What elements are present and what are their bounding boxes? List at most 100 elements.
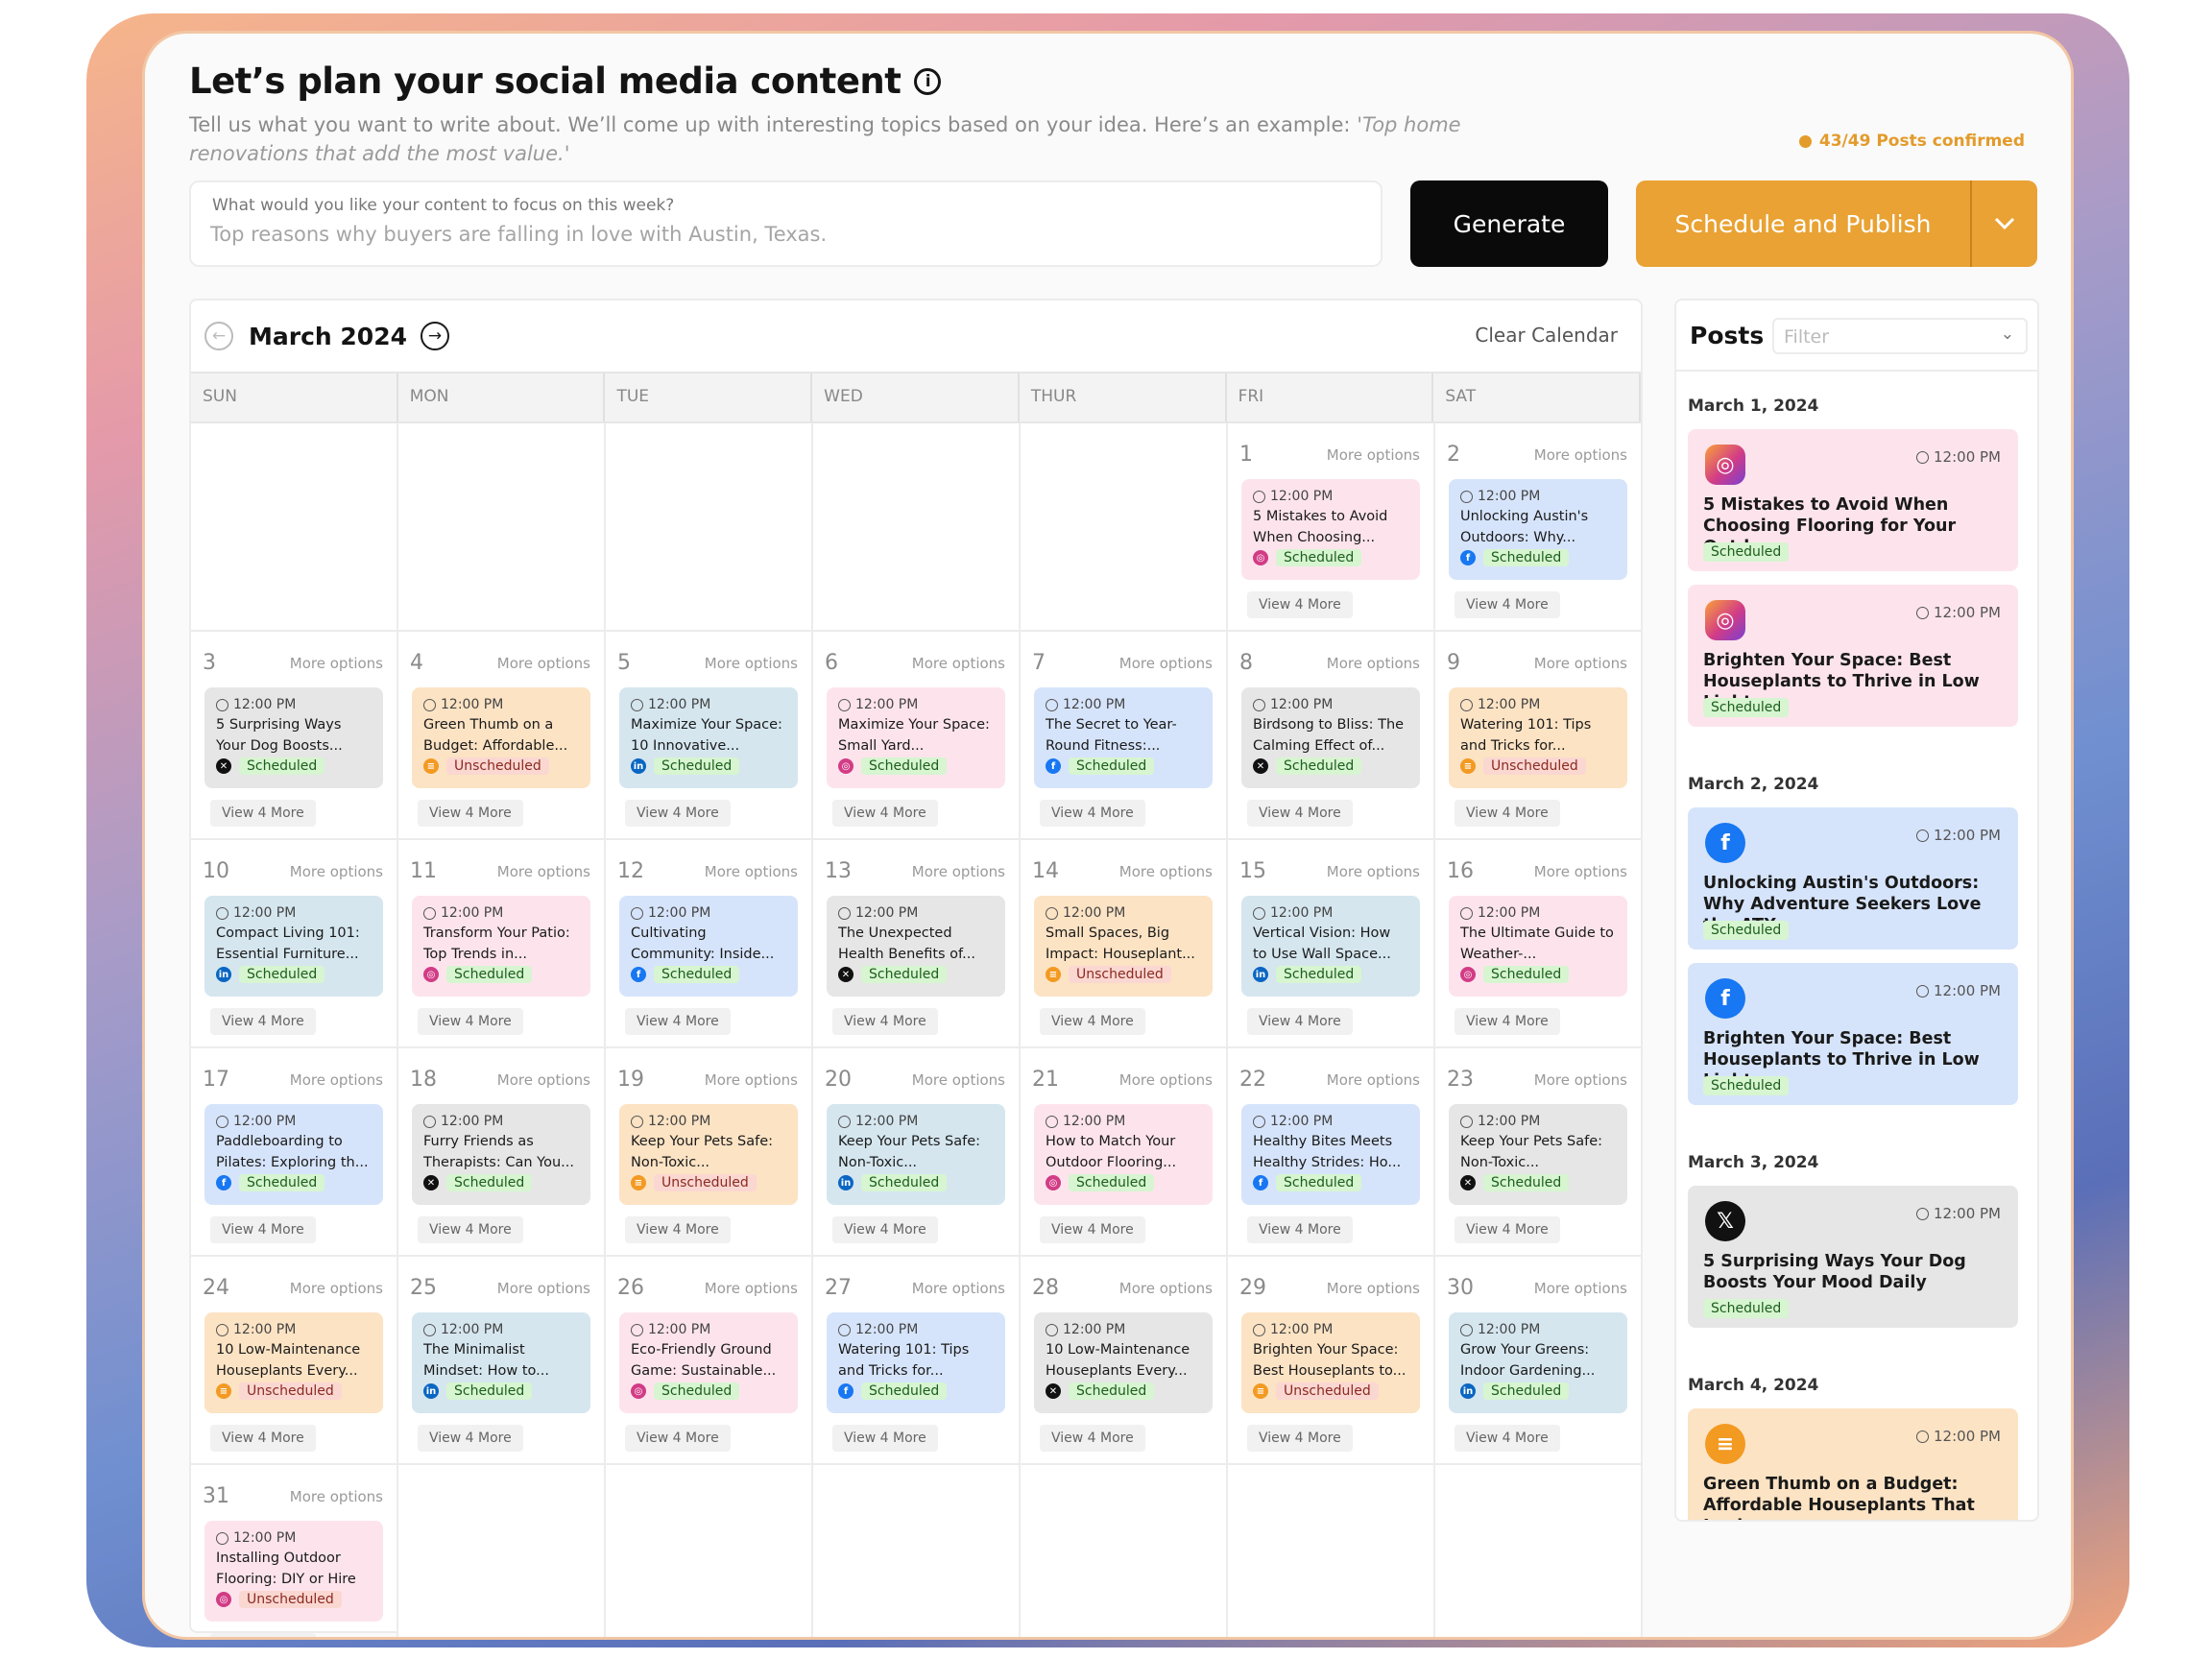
more-options-link[interactable]: More options xyxy=(497,1071,590,1089)
view-more-button[interactable]: View 4 More xyxy=(418,1008,523,1035)
more-options-link[interactable]: More options xyxy=(1119,1280,1213,1297)
post-card[interactable]: 12:00 PM How to Match Your Outdoor Floori… xyxy=(1034,1104,1213,1205)
view-more-button[interactable]: View 4 More xyxy=(1455,1425,1560,1452)
schedule-options-dropdown[interactable] xyxy=(1972,180,2037,267)
more-options-link[interactable]: More options xyxy=(1534,863,1627,880)
view-more-button[interactable]: View 4 More xyxy=(832,1425,938,1452)
view-more-button[interactable]: View 4 More xyxy=(832,800,938,827)
post-card[interactable]: 12:00 PM Compact Living 101: Essential Fu… xyxy=(204,896,383,997)
view-more-button[interactable]: View 4 More xyxy=(1247,1216,1353,1243)
view-more-button[interactable]: View 4 More xyxy=(418,1425,523,1452)
more-options-link[interactable]: More options xyxy=(497,655,590,672)
post-list-card[interactable]: 𝕏 12:00 PM 5 Surprising Ways Your Dog Boos… xyxy=(1688,1186,2018,1328)
arrow-left-icon[interactable]: ← xyxy=(204,322,233,350)
post-list-card[interactable]: ◎ 12:00 PM 5 Mistakes to Avoid When Choosi… xyxy=(1688,429,2018,571)
more-options-link[interactable]: More options xyxy=(705,1071,798,1089)
more-options-link[interactable]: More options xyxy=(1327,1071,1420,1089)
view-more-button[interactable]: View 4 More xyxy=(832,1216,938,1243)
view-more-button[interactable]: View 4 More xyxy=(418,1216,523,1243)
view-more-button[interactable]: View 4 More xyxy=(1247,800,1353,827)
more-options-link[interactable]: More options xyxy=(1534,655,1627,672)
post-card[interactable]: 12:00 PM Green Thumb on a Budget: Afforda… xyxy=(412,687,590,788)
more-options-link[interactable]: More options xyxy=(1327,863,1420,880)
more-options-link[interactable]: More options xyxy=(290,863,383,880)
post-card[interactable]: 12:00 PM 10 Low-Maintenance Houseplants E… xyxy=(1034,1312,1213,1413)
more-options-link[interactable]: More options xyxy=(705,1280,798,1297)
post-card[interactable]: 12:00 PM Watering 101: Tips and Tricks fo… xyxy=(827,1312,1005,1413)
post-card[interactable]: 12:00 PM Cultivating Community: Inside...… xyxy=(619,896,798,997)
post-card[interactable]: 12:00 PM The Secret to Year-Round Fitness… xyxy=(1034,687,1213,788)
more-options-link[interactable]: More options xyxy=(497,863,590,880)
info-icon[interactable]: i xyxy=(914,67,942,95)
more-options-link[interactable]: More options xyxy=(290,655,383,672)
post-card[interactable]: 12:00 PM Installing Outdoor Flooring: DIY… xyxy=(204,1521,383,1622)
more-options-link[interactable]: More options xyxy=(1327,1280,1420,1297)
post-card[interactable]: 12:00 PM Keep Your Pets Safe: Non-Toxic..… xyxy=(1449,1104,1627,1205)
more-options-link[interactable]: More options xyxy=(497,1280,590,1297)
more-options-link[interactable]: More options xyxy=(1534,446,1627,464)
post-card[interactable]: 12:00 PM The Minimalist Mindset: How to..… xyxy=(412,1312,590,1413)
view-more-button[interactable]: View 4 More xyxy=(1455,800,1560,827)
post-card[interactable]: 12:00 PM Grow Your Greens: Indoor Gardeni… xyxy=(1449,1312,1627,1413)
more-options-link[interactable]: More options xyxy=(1534,1071,1627,1089)
more-options-link[interactable]: More options xyxy=(1119,1071,1213,1089)
view-more-button[interactable]: View 4 More xyxy=(625,1008,731,1035)
view-more-button[interactable]: View 4 More xyxy=(210,1633,316,1637)
view-more-button[interactable]: View 4 More xyxy=(418,800,523,827)
more-options-link[interactable]: More options xyxy=(912,1280,1005,1297)
view-more-button[interactable]: View 4 More xyxy=(1247,591,1353,618)
arrow-right-icon[interactable]: → xyxy=(420,322,449,350)
post-card[interactable]: 12:00 PM Small Spaces, Big Impact: Housep… xyxy=(1034,896,1213,997)
post-card[interactable]: 12:00 PM The Ultimate Guide to Weather-..… xyxy=(1449,896,1627,997)
post-card[interactable]: 12:00 PM Maximize Your Space: Small Yard.… xyxy=(827,687,1005,788)
post-card[interactable]: 12:00 PM Watering 101: Tips and Tricks fo… xyxy=(1449,687,1627,788)
post-card[interactable]: 12:00 PM Unlocking Austin's Outdoors: Why… xyxy=(1449,479,1627,580)
view-more-button[interactable]: View 4 More xyxy=(625,1425,731,1452)
more-options-link[interactable]: More options xyxy=(1327,446,1420,464)
post-card[interactable]: 12:00 PM Transform Your Patio: Top Trends… xyxy=(412,896,590,997)
view-more-button[interactable]: View 4 More xyxy=(1247,1425,1353,1452)
more-options-link[interactable]: More options xyxy=(705,655,798,672)
view-more-button[interactable]: View 4 More xyxy=(210,800,316,827)
view-more-button[interactable]: View 4 More xyxy=(832,1008,938,1035)
clear-calendar-button[interactable]: Clear Calendar xyxy=(1475,324,1618,347)
post-card[interactable]: 12:00 PM 5 Mistakes to Avoid When Choosin… xyxy=(1241,479,1420,580)
generate-button[interactable]: Generate xyxy=(1410,180,1608,267)
view-more-button[interactable]: View 4 More xyxy=(625,800,731,827)
more-options-link[interactable]: More options xyxy=(290,1071,383,1089)
more-options-link[interactable]: More options xyxy=(1327,655,1420,672)
content-focus-input[interactable] xyxy=(210,223,1353,246)
post-card[interactable]: 12:00 PM Keep Your Pets Safe: Non-Toxic..… xyxy=(619,1104,798,1205)
post-card[interactable]: 12:00 PM 10 Low-Maintenance Houseplants E… xyxy=(204,1312,383,1413)
view-more-button[interactable]: View 4 More xyxy=(1247,1008,1353,1035)
post-list-card[interactable]: ◎ 12:00 PM Brighten Your Space: Best House… xyxy=(1688,585,2018,727)
view-more-button[interactable]: View 4 More xyxy=(1455,1216,1560,1243)
post-card[interactable]: 12:00 PM Paddleboarding to Pilates: Explo… xyxy=(204,1104,383,1205)
post-card[interactable]: 12:00 PM Eco-Friendly Ground Game: Sustai… xyxy=(619,1312,798,1413)
post-list-card[interactable]: f 12:00 PM Unlocking Austin's Outdoors: Wh… xyxy=(1688,807,2018,950)
more-options-link[interactable]: More options xyxy=(1534,1280,1627,1297)
view-more-button[interactable]: View 4 More xyxy=(1040,1216,1145,1243)
view-more-button[interactable]: View 4 More xyxy=(1455,1008,1560,1035)
filter-select[interactable]: Filter ⌄ xyxy=(1772,318,2028,354)
more-options-link[interactable]: More options xyxy=(1119,863,1213,880)
post-card[interactable]: 12:00 PM Brighten Your Space: Best Housep… xyxy=(1241,1312,1420,1413)
post-card[interactable]: 12:00 PM Birdsong to Bliss: The Calming E… xyxy=(1241,687,1420,788)
schedule-publish-button[interactable]: Schedule and Publish xyxy=(1636,180,1972,267)
more-options-link[interactable]: More options xyxy=(290,1280,383,1297)
content-focus-field[interactable]: What would you like your content to focu… xyxy=(189,180,1382,267)
post-card[interactable]: 12:00 PM Vertical Vision: How to Use Wall… xyxy=(1241,896,1420,997)
view-more-button[interactable]: View 4 More xyxy=(1455,591,1560,618)
more-options-link[interactable]: More options xyxy=(912,1071,1005,1089)
post-card[interactable]: 12:00 PM Healthy Bites Meets Healthy Stri… xyxy=(1241,1104,1420,1205)
more-options-link[interactable]: More options xyxy=(290,1488,383,1505)
post-list-card[interactable]: ≡ 12:00 PM Green Thumb on a Budget: Afford… xyxy=(1688,1408,2018,1520)
post-card[interactable]: 12:00 PM 5 Surprising Ways Your Dog Boost… xyxy=(204,687,383,788)
post-list-card[interactable]: f 12:00 PM Brighten Your Space: Best House… xyxy=(1688,963,2018,1105)
view-more-button[interactable]: View 4 More xyxy=(210,1216,316,1243)
more-options-link[interactable]: More options xyxy=(912,655,1005,672)
more-options-link[interactable]: More options xyxy=(912,863,1005,880)
view-more-button[interactable]: View 4 More xyxy=(1040,1008,1145,1035)
view-more-button[interactable]: View 4 More xyxy=(1040,800,1145,827)
more-options-link[interactable]: More options xyxy=(705,863,798,880)
